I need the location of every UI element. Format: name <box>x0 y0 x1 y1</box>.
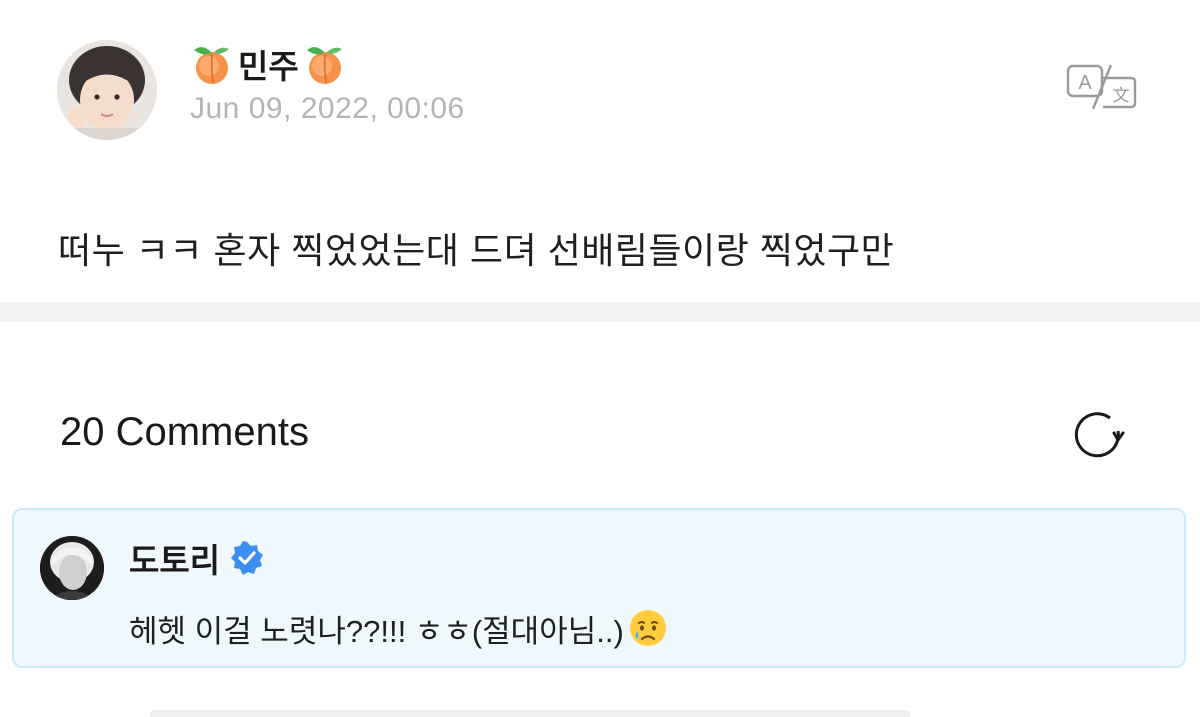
commenter-avatar[interactable] <box>40 536 104 600</box>
peach-icon <box>194 47 229 84</box>
commenter-name-text: 도토리 <box>129 542 221 579</box>
post-body: 떠누 ㅋㅋ 혼자 찍었었는대 드뎌 선배림들이랑 찍었구만 <box>58 230 895 271</box>
post-card: 민주 Jun 09, 2022, 00:06 A 文 떠누 ㅋㅋ 혼자 찍었었는… <box>0 0 1200 300</box>
comment-item[interactable]: 도토리 헤헷 이걸 노렷나??!!! ㅎㅎ(절대아님..) <box>12 508 1186 668</box>
section-divider <box>0 302 1200 322</box>
commenter-name[interactable]: 도토리 <box>129 536 264 580</box>
refresh-button[interactable] <box>1070 406 1128 464</box>
refresh-icon <box>1074 412 1125 458</box>
translate-button[interactable]: A 文 <box>1065 62 1139 112</box>
verified-badge-icon <box>231 541 264 575</box>
peach-icon <box>306 47 342 84</box>
crying-face-icon <box>629 610 666 646</box>
author-name-text: 민주 <box>238 48 299 85</box>
svg-text:A: A <box>1078 72 1092 94</box>
svg-text:文: 文 <box>1113 86 1130 106</box>
author-avatar-photo <box>57 40 157 140</box>
author-avatar[interactable] <box>57 40 157 140</box>
comment-text-row: 헤헷 이걸 노렷나??!!! ㅎㅎ(절대아님..) <box>129 606 668 650</box>
post-timestamp: Jun 09, 2022, 00:06 <box>190 92 465 125</box>
author-name[interactable]: 민주 <box>190 38 347 90</box>
comments-count: 20 Comments <box>60 410 309 454</box>
comment-text: 헤헷 이걸 노렷나??!!! ㅎㅎ(절대아님..) <box>129 613 624 649</box>
translate-icon: A 文 <box>1066 64 1137 110</box>
commenter-avatar-photo <box>40 536 104 600</box>
next-comment-edge <box>150 710 910 717</box>
